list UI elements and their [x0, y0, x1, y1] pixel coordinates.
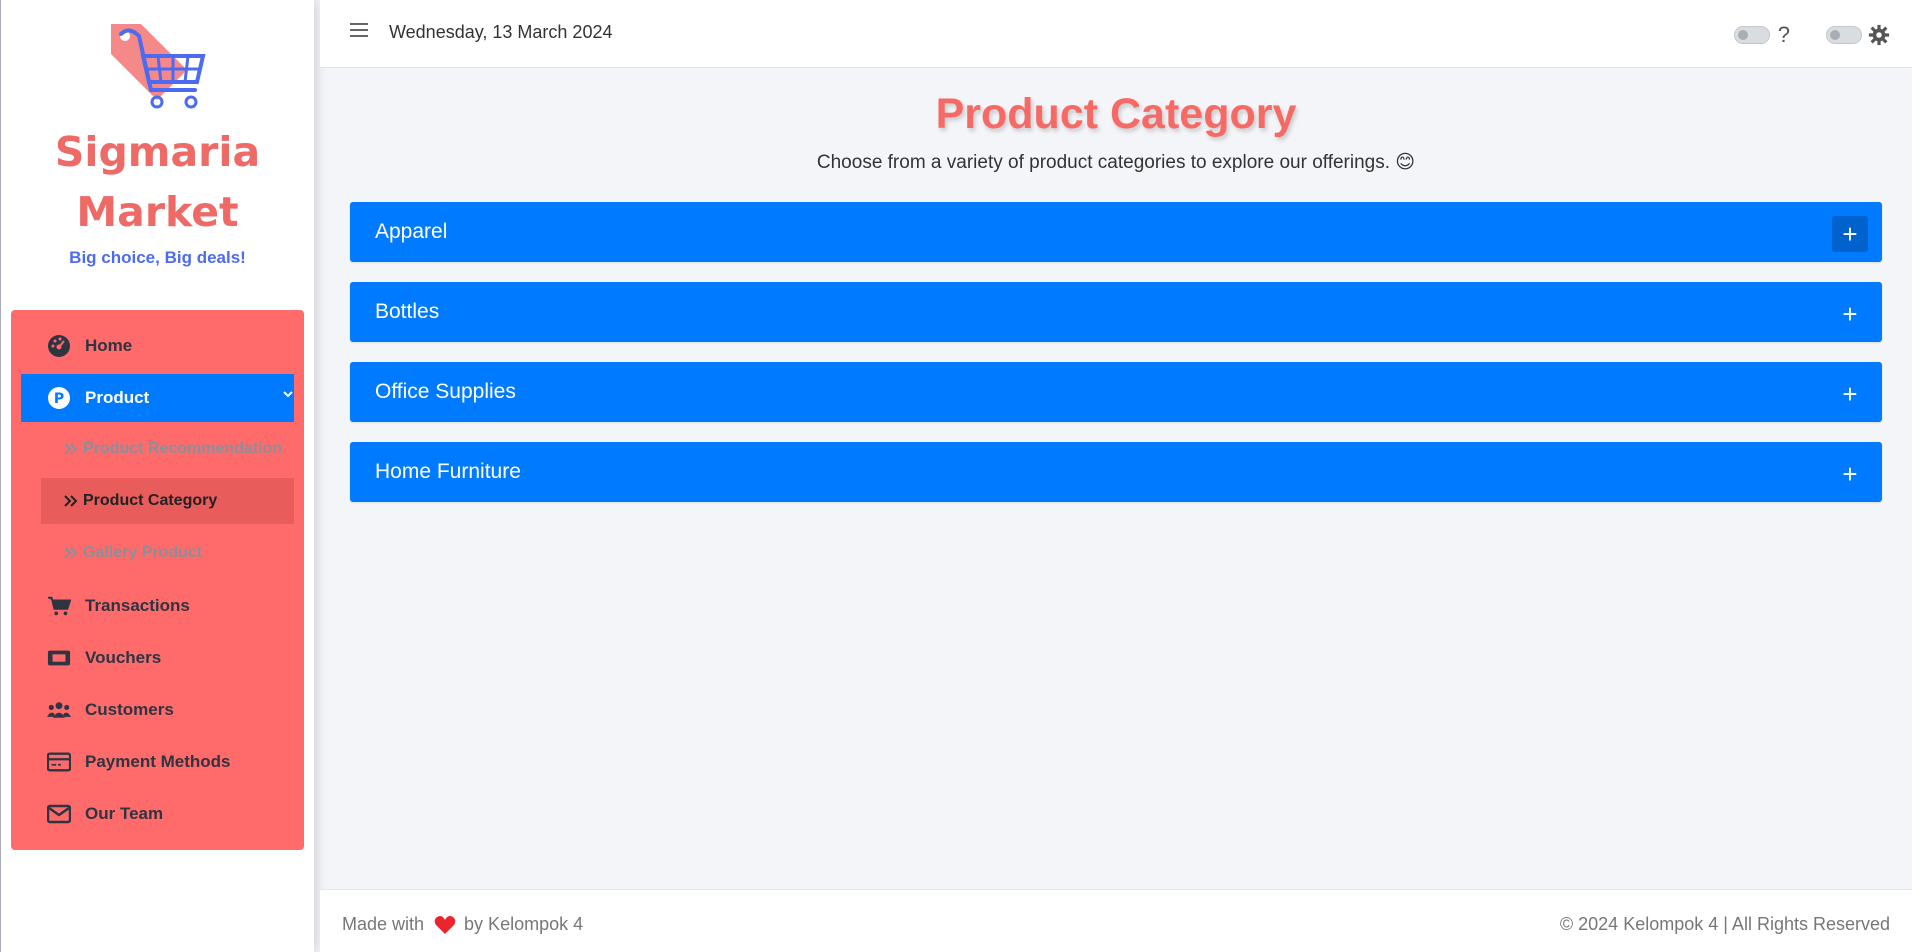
theme-toggle[interactable]: [1826, 26, 1862, 44]
sidebar-item-home[interactable]: Home: [21, 322, 294, 370]
category-item-office-supplies[interactable]: Office Supplies +: [350, 362, 1882, 422]
gear-icon[interactable]: [1868, 24, 1890, 46]
expand-plus-icon[interactable]: +: [1832, 296, 1868, 332]
expand-plus-icon[interactable]: +: [1832, 376, 1868, 412]
sidebar-subitem-product-category[interactable]: Product Category: [41, 478, 294, 524]
ticket-icon: [47, 646, 71, 670]
sidebar-subitem-product-recommendation[interactable]: Product Recommendation: [41, 426, 294, 472]
category-label: Bottles: [375, 300, 440, 323]
current-date: Wednesday, 13 March 2024: [389, 22, 613, 42]
footer-credit: Made with by Kelompok 4: [342, 914, 583, 935]
sidebar-item-label: Home: [85, 336, 133, 355]
shopping-cart-tag-icon: [110, 24, 206, 109]
help-toggle[interactable]: [1733, 26, 1770, 44]
sidebar-item-our-team[interactable]: Our Team: [21, 790, 294, 838]
category-item-bottles[interactable]: Bottles +: [350, 282, 1882, 342]
brand-name-line2: Market: [76, 188, 239, 236]
category-item-home-furniture[interactable]: Home Furniture +: [350, 442, 1882, 502]
page-title: Product Category: [935, 90, 1297, 138]
sidebar-item-label: Product: [85, 388, 150, 407]
sidebar-item-vouchers[interactable]: Vouchers: [21, 634, 294, 682]
header-controls: ?: [1733, 24, 1890, 46]
sidebar-item-transactions[interactable]: Transactions: [21, 582, 294, 630]
sidebar-subitem-gallery-product[interactable]: Gallery Product: [41, 530, 294, 576]
svg-text:P: P: [54, 391, 64, 407]
brand-name-line1: Sigmaria: [54, 128, 261, 176]
dashboard-icon: [47, 334, 71, 358]
sidebar-item-label: Customers: [85, 700, 174, 719]
sidebar-item-customers[interactable]: Customers: [21, 686, 294, 734]
page-subtitle: Choose from a variety of product categor…: [816, 152, 1416, 173]
sidebar-item-label: Payment Methods: [85, 752, 231, 771]
category-accordion: Apparel + Bottles + Office Supplies + Ho…: [350, 202, 1882, 522]
sidebar-item-product[interactable]: P Product: [21, 374, 294, 422]
expand-plus-icon[interactable]: +: [1832, 216, 1868, 252]
category-label: Office Supplies: [375, 380, 516, 403]
category-item-apparel[interactable]: Apparel +: [350, 202, 1882, 262]
envelope-icon: [47, 802, 71, 826]
brand-tagline: Big choice, Big deals!: [69, 248, 246, 267]
sidebar: Sigmaria Market Big choice, Big deals! H…: [0, 0, 314, 952]
cart-icon: [47, 594, 71, 618]
footer-by: by Kelompok 4: [464, 914, 584, 934]
sidebar-item-label: Our Team: [85, 804, 164, 823]
sidebar-subitem-label: Product Category: [83, 492, 218, 509]
heart-icon: [434, 915, 456, 934]
sidebar-menu: Home P Product Product Recommendation Pr…: [11, 310, 304, 850]
footer-copyright: © 2024 Kelompok 4 | All Rights Reserved: [1559, 914, 1890, 934]
users-icon: [47, 698, 71, 722]
sidebar-subitem-label: Product Recommendation: [83, 440, 283, 457]
footer-made-with: Made with: [342, 914, 425, 934]
hamburger-menu-icon[interactable]: [350, 22, 368, 38]
sidebar-item-label: Transactions: [85, 596, 190, 615]
help-icon[interactable]: ?: [1778, 24, 1790, 46]
window-edge: [1912, 0, 1920, 952]
sidebar-item-label: Vouchers: [85, 648, 162, 667]
double-chevron-icon: [64, 443, 78, 455]
top-header: Wednesday, 13 March 2024 ?: [320, 0, 1920, 68]
sidebar-item-payment-methods[interactable]: Payment Methods: [21, 738, 294, 786]
brand: Sigmaria Market Big choice, Big deals!: [1, 0, 314, 268]
double-chevron-icon: [64, 495, 78, 507]
footer: Made with by Kelompok 4 © 2024 Kelompok …: [320, 889, 1912, 952]
product-p-icon: P: [47, 386, 71, 410]
category-label: Home Furniture: [375, 460, 521, 483]
sidebar-subitem-label: Gallery Product: [83, 544, 203, 561]
credit-card-icon: [47, 750, 71, 774]
category-label: Apparel: [375, 220, 448, 243]
expand-plus-icon[interactable]: +: [1832, 456, 1868, 492]
main-content: Product Category Choose from a variety o…: [320, 68, 1912, 888]
chevron-down-icon: [283, 391, 293, 398]
double-chevron-icon: [64, 547, 78, 559]
